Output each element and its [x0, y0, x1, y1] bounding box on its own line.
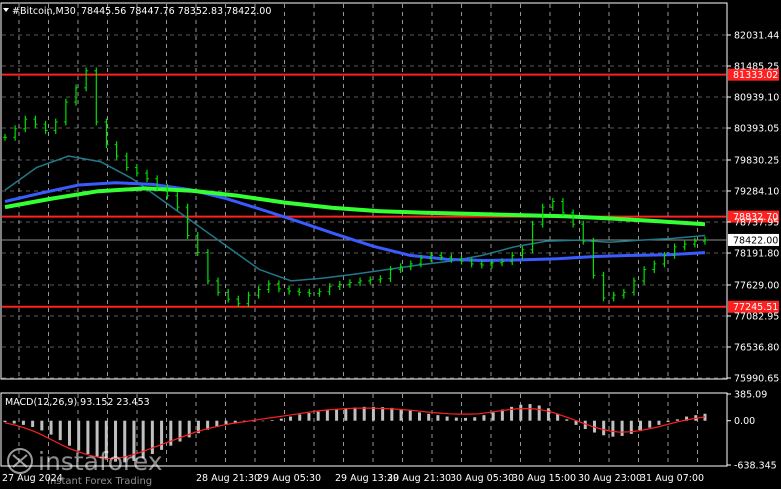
- macd-histogram-bar: [399, 408, 403, 421]
- time-tick-label: 29 Aug 05:30: [257, 473, 321, 484]
- macd-histogram-bar: [381, 407, 385, 421]
- macd-histogram-bar: [473, 417, 477, 421]
- time-tick-label: 31 Aug 07:00: [640, 473, 704, 484]
- macd-histogram-bar: [666, 420, 670, 423]
- macd-histogram-bar: [657, 420, 661, 425]
- macd-histogram-bar: [344, 408, 348, 421]
- time-tick-label: 29 Aug 21:30: [387, 473, 451, 484]
- macd-histogram-bar: [298, 414, 302, 421]
- macd-histogram-bar: [58, 420, 62, 441]
- macd-histogram-bar: [519, 404, 523, 421]
- price-tick-label: 82031.44: [734, 31, 779, 42]
- macd-histogram-bar: [325, 410, 329, 421]
- macd-histogram-bar: [491, 412, 495, 421]
- macd-histogram-bar: [12, 420, 16, 424]
- macd-histogram-bar: [31, 420, 35, 427]
- macd-histogram-bar: [454, 417, 458, 421]
- macd-histogram-bar: [261, 420, 265, 422]
- macd-histogram-bar: [436, 415, 440, 421]
- macd-histogram-bar: [620, 420, 624, 436]
- macd-histogram-bar: [408, 410, 412, 421]
- price-tick-label: 77082.95: [734, 311, 779, 322]
- macd-histogram-bar: [639, 420, 643, 432]
- macd-histogram-bar: [21, 420, 25, 425]
- macd-histogram-bar: [537, 405, 541, 421]
- macd-histogram-bar: [648, 420, 652, 428]
- price-tick-label: 78191.80: [734, 249, 779, 260]
- price-tick-label: 80393.05: [734, 124, 779, 135]
- macd-histogram-bar: [362, 406, 366, 421]
- macd-histogram-bar: [611, 420, 615, 437]
- macd-tick-label: 0.00: [734, 416, 755, 427]
- macd-histogram-bar: [270, 420, 274, 421]
- macd-histogram-bar: [335, 408, 339, 421]
- price-tick-label: 79830.25: [734, 155, 779, 166]
- macd-histogram-bar: [565, 419, 569, 421]
- chart-header-symbol: #Bitcoin,M30: [12, 6, 76, 17]
- macd-tick-label: 385.09: [734, 390, 767, 401]
- macd-histogram-bar: [482, 415, 486, 421]
- macd-histogram-bar: [316, 411, 320, 421]
- macd-histogram-bar: [67, 420, 71, 446]
- macd-header: MACD(12,26,9) 93.152 23.453: [5, 397, 150, 408]
- price-tick-label: 75990.65: [734, 374, 779, 385]
- chart-header-ohlc: 78445.56 78447.76 78352.83 78422.00: [81, 6, 271, 17]
- price-tick-label: 81485.25: [734, 62, 779, 73]
- macd-histogram-bar: [602, 420, 606, 436]
- macd-histogram-bar: [49, 420, 53, 435]
- macd-histogram-bar: [546, 408, 550, 421]
- macd-histogram-bar: [417, 412, 421, 421]
- price-tick-label: 76536.80: [734, 342, 779, 353]
- macd-histogram-bar: [445, 416, 449, 421]
- watermark-brand: instaforex: [38, 447, 163, 476]
- macd-histogram-bar: [353, 407, 357, 421]
- current-price-label: 78422.00: [733, 235, 778, 246]
- macd-histogram-bar: [371, 406, 375, 421]
- macd-histogram-bar: [289, 416, 293, 421]
- price-tick-label: 79284.10: [734, 186, 779, 197]
- macd-histogram-bar: [279, 418, 283, 421]
- macd-histogram-bar: [528, 404, 532, 421]
- time-tick-label: 30 Aug 05:30: [450, 473, 514, 484]
- watermark-tagline: Instant Forex Trading: [47, 476, 152, 487]
- macd-histogram-bar: [464, 417, 468, 421]
- time-tick-label: 28 Aug 21:30: [196, 473, 260, 484]
- time-tick-label: 30 Aug 15:00: [512, 473, 576, 484]
- macd-histogram-bar: [427, 413, 431, 421]
- time-tick-label: 30 Aug 23:00: [578, 473, 642, 484]
- price-tick-label: 77629.00: [734, 280, 779, 291]
- macd-histogram-bar: [3, 420, 7, 423]
- price-tick-label: 80939.10: [734, 93, 779, 104]
- price-tick-label: 78737.95: [734, 218, 779, 229]
- macd-histogram-bar: [390, 407, 394, 421]
- chart-canvas: 81333.0278832.7077245.5178422.00 82031.4…: [0, 0, 781, 489]
- macd-histogram-bar: [40, 420, 44, 431]
- macd-tick-label: -638.345: [734, 461, 777, 472]
- macd-histogram-bar: [675, 419, 679, 421]
- macd-histogram-bar: [307, 413, 311, 421]
